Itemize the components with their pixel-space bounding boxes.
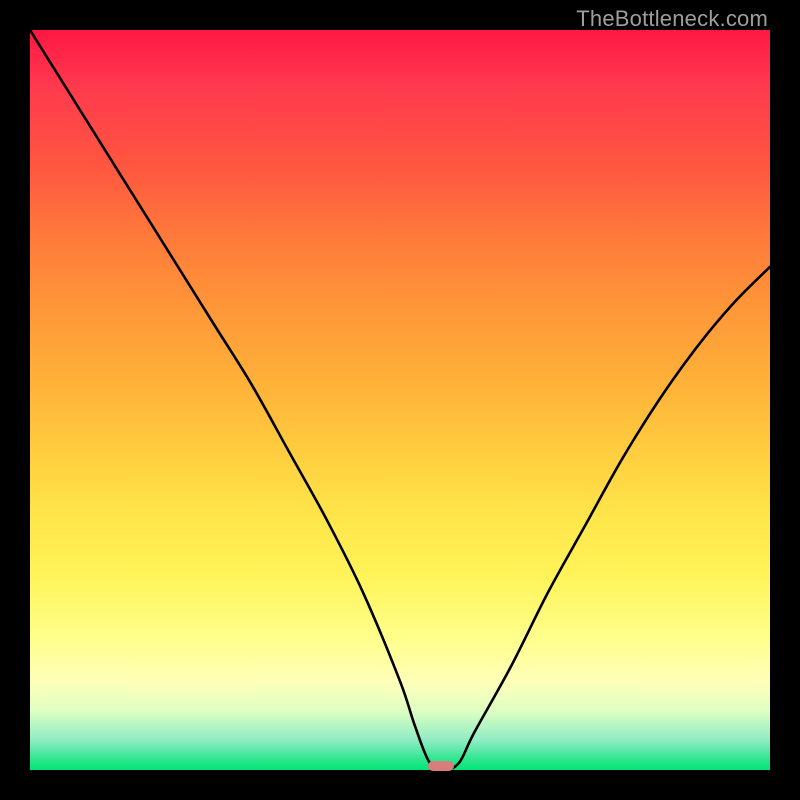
curve-svg xyxy=(30,30,770,770)
bottleneck-curve xyxy=(30,30,770,770)
optimal-point-marker xyxy=(428,761,454,771)
bottleneck-chart xyxy=(30,30,770,770)
watermark-text: TheBottleneck.com xyxy=(576,6,768,32)
